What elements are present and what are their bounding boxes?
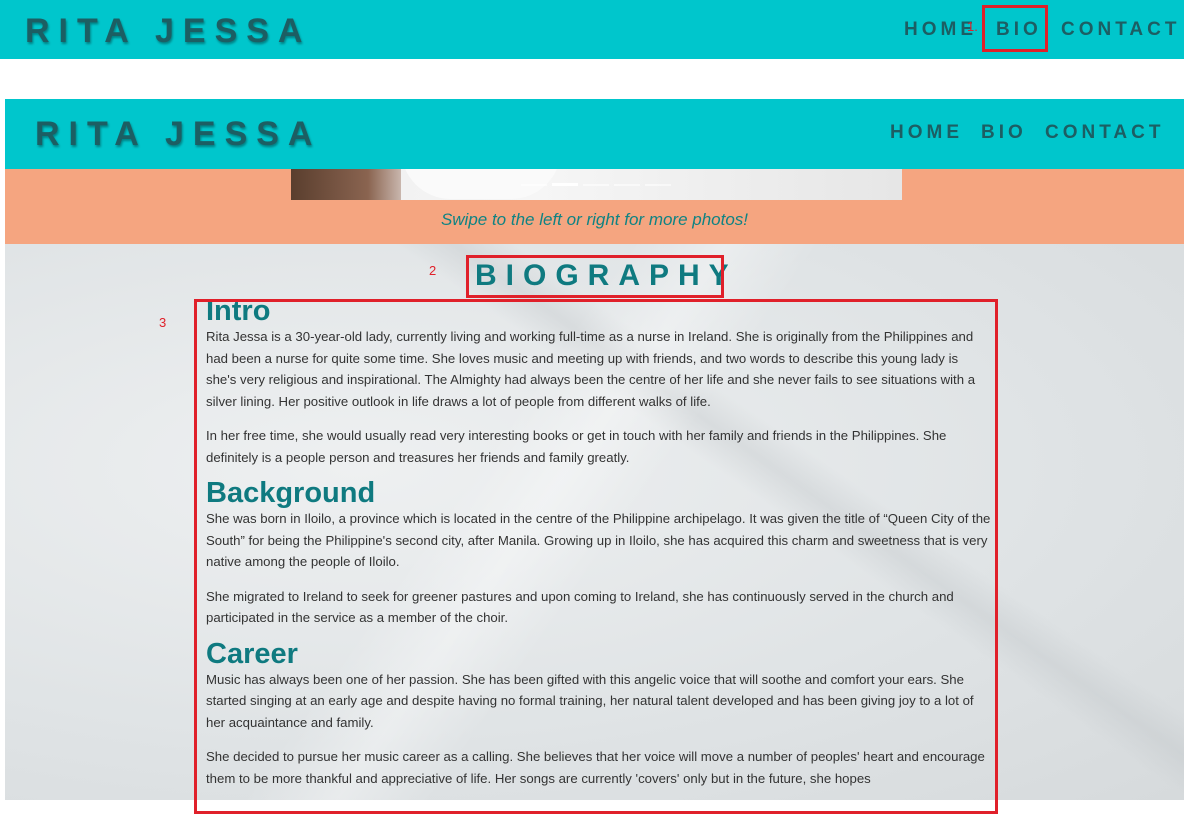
photo-carousel-section: Swipe to the left or right for more phot… — [5, 169, 1184, 244]
inner-nav-contact[interactable]: CONTACT — [1045, 122, 1164, 144]
annotation-box-biography-title — [466, 255, 724, 298]
inner-nav-bio[interactable]: BIO — [981, 122, 1027, 144]
nav-contact[interactable]: CONTACT — [1061, 19, 1180, 41]
inner-header: RITA JESSA HOME BIO CONTACT — [5, 99, 1184, 169]
photo-shade — [291, 169, 401, 200]
annotation-label-1: 1. — [967, 19, 978, 34]
carousel-photo[interactable] — [291, 169, 902, 200]
carousel-dot[interactable] — [645, 184, 671, 186]
swipe-hint: Swipe to the left or right for more phot… — [440, 210, 749, 229]
annotation-box-biography-content — [194, 299, 998, 814]
carousel-dot[interactable] — [614, 184, 640, 186]
annotation-label-3: 3 — [159, 315, 167, 330]
annotation-label-2: 2 — [429, 263, 437, 278]
carousel-dot-active[interactable] — [552, 183, 578, 186]
inner-nav-home[interactable]: HOME — [890, 122, 963, 144]
inner-site-logo-text[interactable]: RITA JESSA — [35, 115, 321, 154]
carousel-dot[interactable] — [583, 184, 609, 186]
site-logo-text[interactable]: RITA JESSA — [25, 12, 311, 51]
annotation-box-bio-nav — [982, 5, 1048, 52]
carousel-dot[interactable] — [521, 184, 547, 186]
